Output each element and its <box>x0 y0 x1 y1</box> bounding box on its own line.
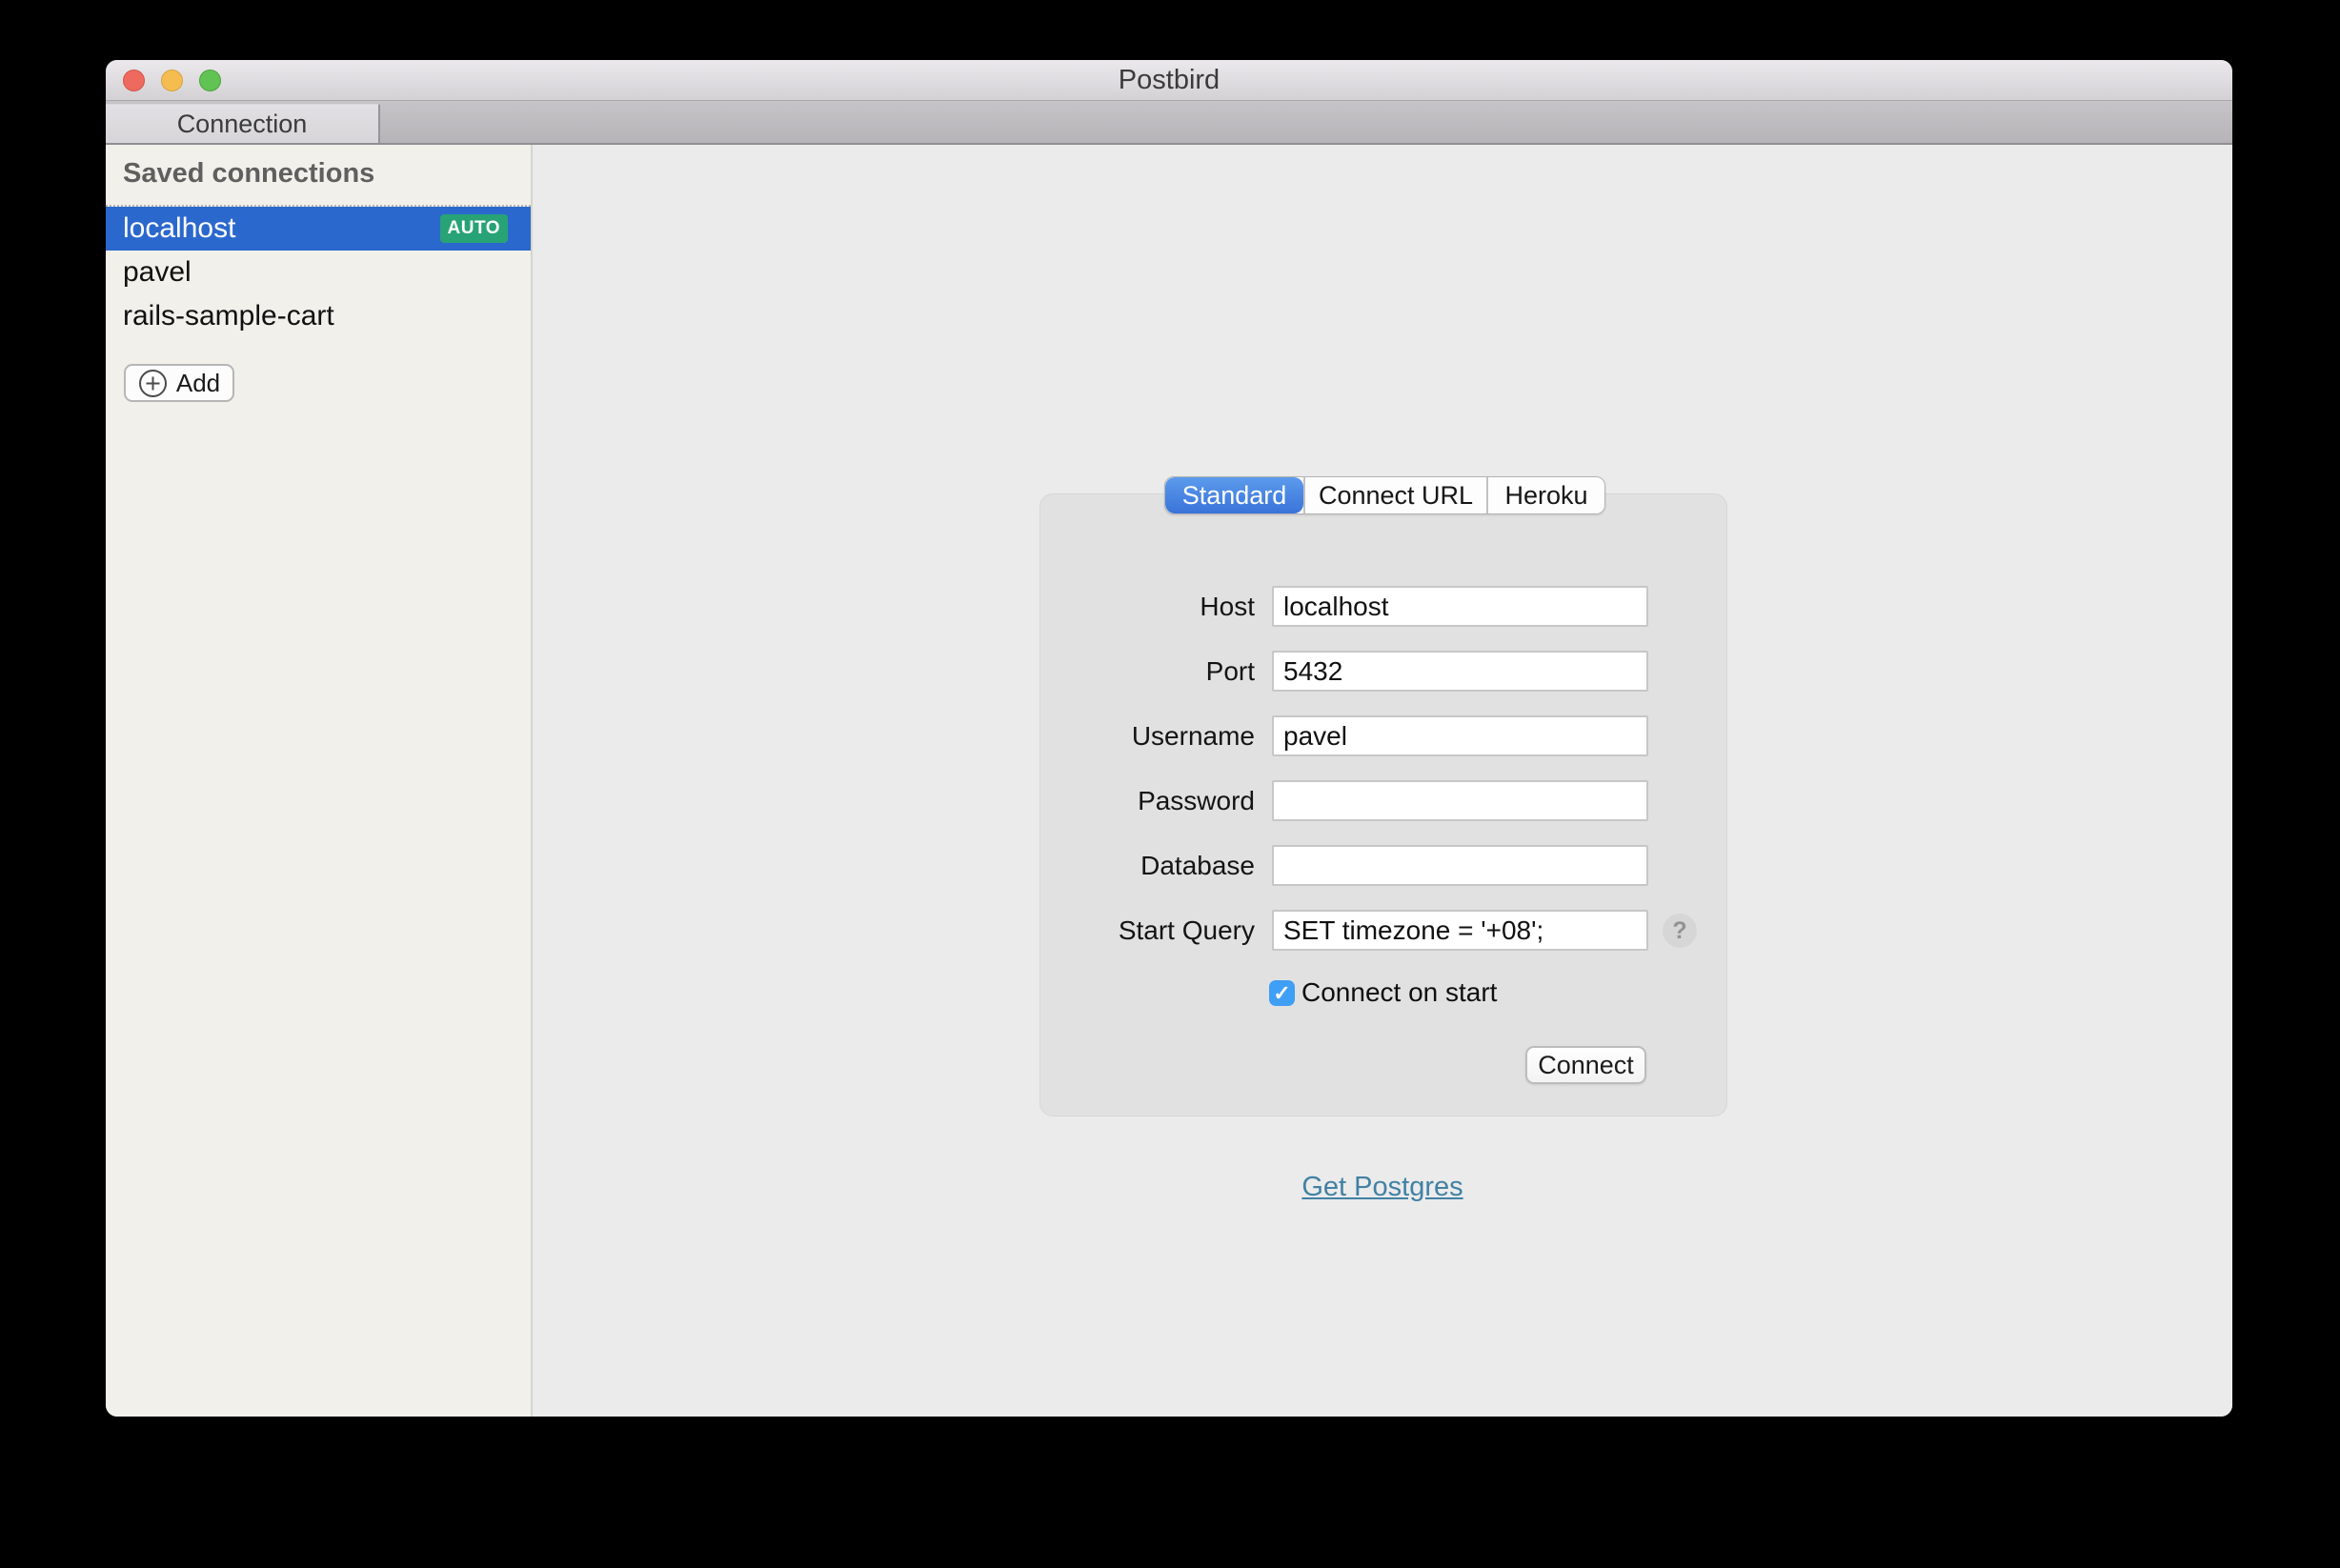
connection-name: pavel <box>123 256 192 288</box>
form-row-start-query: Start Query ? <box>1040 910 1726 951</box>
host-label: Host <box>1040 586 1255 627</box>
window-title: Postbird <box>106 60 2232 101</box>
username-field[interactable] <box>1272 715 1648 756</box>
connection-form-panel: Host Port Username Password Database <box>1039 493 1727 1116</box>
connect-on-start-row: Connect on start <box>1269 978 1497 1007</box>
auto-badge: AUTO <box>440 214 508 243</box>
form-row-port: Port <box>1040 651 1726 692</box>
tab-connect-url[interactable]: Connect URL <box>1303 477 1486 513</box>
form-row-host: Host <box>1040 586 1726 627</box>
form-row-username: Username <box>1040 715 1726 756</box>
tab-standard[interactable]: Standard <box>1165 477 1303 513</box>
title-bar: Postbird <box>106 60 2232 101</box>
plus-circle-icon <box>138 369 168 398</box>
start-query-field[interactable] <box>1272 910 1648 951</box>
connect-button[interactable]: Connect <box>1525 1046 1646 1084</box>
username-label: Username <box>1040 715 1255 756</box>
content-area: Saved connections localhost AUTO pavel r… <box>106 145 2232 1417</box>
add-connection-button[interactable]: Add <box>124 364 234 402</box>
tab-connection[interactable]: Connection <box>106 104 380 143</box>
database-label: Database <box>1040 845 1255 886</box>
help-icon[interactable]: ? <box>1663 914 1697 948</box>
connection-name: localhost <box>123 212 235 244</box>
connections-list: localhost AUTO pavel rails-sample-cart <box>106 205 531 338</box>
sidebar: Saved connections localhost AUTO pavel r… <box>106 145 533 1417</box>
tab-heroku[interactable]: Heroku <box>1486 477 1604 513</box>
start-query-label: Start Query <box>1040 910 1255 951</box>
list-item-localhost[interactable]: localhost AUTO <box>106 207 531 251</box>
connect-on-start-label: Connect on start <box>1301 977 1497 1008</box>
connect-on-start-checkbox[interactable] <box>1269 980 1295 1006</box>
connection-name: rails-sample-cart <box>123 300 334 332</box>
form-row-database: Database <box>1040 845 1726 886</box>
port-field[interactable] <box>1272 651 1648 692</box>
tab-strip: Connection <box>106 101 2232 145</box>
list-item-rails-sample-cart[interactable]: rails-sample-cart <box>106 294 531 338</box>
form-row-password: Password <box>1040 780 1726 821</box>
saved-connections-heading: Saved connections <box>123 158 374 190</box>
main-area: Standard Connect URL Heroku Host Port Us… <box>533 145 2232 1417</box>
list-item-pavel[interactable]: pavel <box>106 251 531 294</box>
database-field[interactable] <box>1272 845 1648 886</box>
password-label: Password <box>1040 780 1255 821</box>
port-label: Port <box>1040 651 1255 692</box>
link-row: Get Postgres <box>533 1172 2232 1203</box>
get-postgres-link[interactable]: Get Postgres <box>1301 1172 1462 1202</box>
password-field[interactable] <box>1272 780 1648 821</box>
app-window: Postbird Connection Saved connections lo… <box>106 60 2232 1417</box>
add-button-label: Add <box>176 369 220 398</box>
connection-type-tabs: Standard Connect URL Heroku <box>1164 476 1605 514</box>
host-field[interactable] <box>1272 586 1648 627</box>
